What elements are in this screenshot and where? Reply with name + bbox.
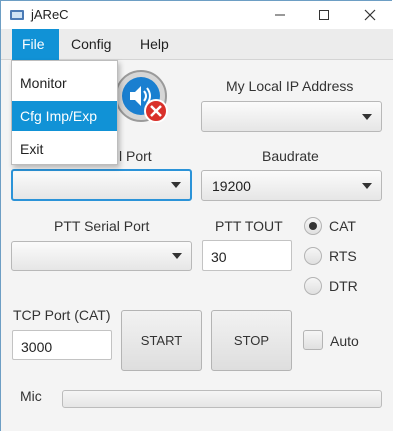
local-ip-label: My Local IP Address [226, 78, 354, 94]
auto-checkbox[interactable] [303, 330, 323, 350]
serial-port-combo[interactable] [11, 169, 192, 201]
tcp-port-label: TCP Port (CAT) [13, 307, 111, 323]
chevron-down-icon [172, 253, 182, 259]
title-bar: jAReC [1, 1, 393, 29]
radio-cat-label: CAT [329, 218, 356, 234]
window-title: jAReC [31, 7, 69, 22]
radio-rts[interactable] [304, 247, 322, 265]
radio-dtr-label: DTR [329, 278, 358, 294]
ptt-tout-value: 30 [211, 249, 227, 265]
mic-label: Mic [20, 388, 42, 404]
mic-level-bar [62, 390, 382, 408]
app-icon [10, 10, 24, 20]
radio-rts-label: RTS [329, 248, 357, 264]
start-button[interactable]: START [121, 310, 202, 371]
ptt-tout-label: PTT TOUT [215, 218, 283, 234]
chevron-down-icon [362, 182, 372, 189]
minimize-icon [275, 14, 285, 16]
maximize-button[interactable] [301, 1, 347, 29]
ptt-serial-port-label: PTT Serial Port [54, 218, 150, 234]
baudrate-label: Baudrate [262, 148, 319, 164]
serial-port-label: l Port [119, 148, 152, 164]
menu-bar: File Config Help [1, 29, 393, 60]
close-button[interactable] [347, 1, 393, 29]
chevron-down-icon [171, 182, 181, 188]
chevron-down-icon [362, 113, 372, 120]
baudrate-value: 19200 [212, 178, 251, 194]
ptt-serial-port-combo[interactable] [11, 241, 192, 271]
maximize-icon [319, 10, 329, 20]
minimize-button[interactable] [257, 1, 303, 29]
stop-button[interactable]: STOP [211, 310, 292, 371]
tcp-port-input[interactable]: 3000 [12, 330, 112, 360]
radio-cat[interactable] [304, 217, 322, 235]
local-ip-combo[interactable] [201, 101, 382, 132]
menu-file[interactable]: File [12, 29, 59, 60]
auto-label: Auto [330, 333, 359, 349]
menu-item-cfg-imp-exp[interactable]: Cfg Imp/Exp [12, 101, 117, 131]
menu-item-exit[interactable]: Exit [12, 134, 117, 164]
menu-help[interactable]: Help [130, 29, 179, 60]
tcp-port-value: 3000 [21, 339, 53, 355]
menu-item-monitor[interactable]: Monitor [12, 68, 117, 98]
radio-dtr[interactable] [304, 277, 322, 295]
ptt-tout-input[interactable]: 30 [202, 240, 292, 271]
close-icon [364, 9, 376, 21]
speaker-muted-icon[interactable] [114, 69, 172, 127]
file-dropdown-menu: Monitor Cfg Imp/Exp Exit [11, 60, 118, 165]
menu-config[interactable]: Config [61, 29, 121, 60]
baudrate-combo[interactable]: 19200 [201, 170, 382, 201]
app-window: jAReC File Config Help My Local IP Addre… [0, 0, 393, 431]
